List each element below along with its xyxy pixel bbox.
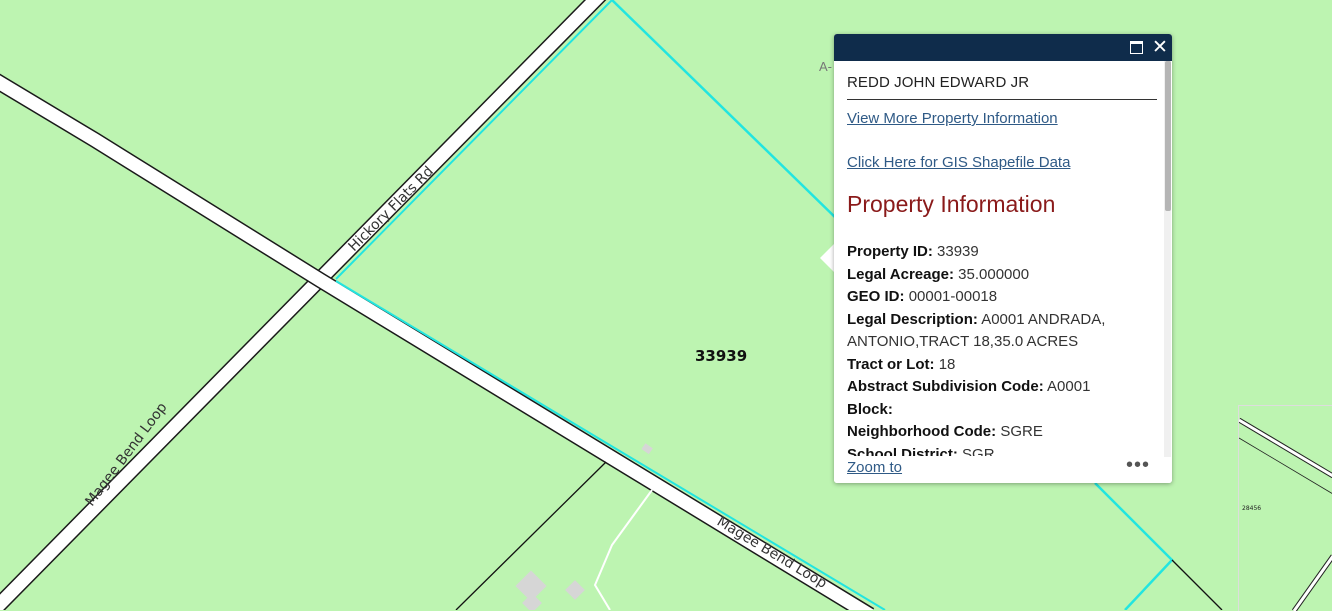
field-label: Legal Description:: [847, 310, 978, 328]
popup-scrollbar-thumb[interactable]: [1165, 61, 1171, 211]
map-faint-label: A-: [819, 59, 832, 74]
popup-header: ✕: [834, 34, 1172, 61]
field-label: Legal Acreage:: [847, 265, 954, 283]
property-popup: ✕ REDD JOHN EDWARD JR View More Property…: [834, 34, 1172, 483]
field-value: 35.000000: [958, 265, 1030, 283]
field-label: Block:: [847, 400, 893, 418]
field-value: SGRE: [1000, 423, 1043, 440]
property-fields: Property ID: 33939 Legal Acreage: 35.000…: [847, 241, 1151, 456]
maximize-icon[interactable]: [1128, 38, 1146, 56]
field-value: A0001: [1047, 378, 1091, 395]
parcel-id-label[interactable]: 33939: [695, 347, 747, 365]
zoom-to-link[interactable]: Zoom to: [847, 459, 902, 476]
more-actions-icon[interactable]: •••: [1126, 454, 1150, 477]
field-value: 00001-00018: [908, 288, 998, 305]
field-row: Legal Description: A0001 ANDRADA, ANTONI…: [847, 309, 1151, 354]
gis-shapefile-link[interactable]: Click Here for GIS Shapefile Data: [847, 154, 1070, 171]
field-row: Block:: [847, 399, 1151, 422]
field-label: School District:: [847, 445, 958, 457]
field-label: Property ID:: [847, 243, 933, 260]
field-value: 33939: [937, 243, 979, 260]
field-row: Tract or Lot: 18: [847, 354, 1151, 377]
owner-name: REDD JOHN EDWARD JR: [847, 74, 1157, 100]
field-label: GEO ID:: [847, 288, 905, 305]
field-value: SGR: [962, 445, 995, 457]
popup-footer: Zoom to •••: [834, 454, 1172, 483]
view-more-property-link[interactable]: View More Property Information: [847, 110, 1058, 127]
field-row: Legal Acreage: 35.000000: [847, 264, 1151, 287]
section-title: Property Information: [847, 191, 1056, 217]
overview-map[interactable]: 28456: [1238, 405, 1332, 611]
field-row: Neighborhood Code: SGRE: [847, 421, 1151, 444]
field-label: Neighborhood Code:: [847, 423, 997, 440]
popup-body[interactable]: REDD JOHN EDWARD JR View More Property I…: [834, 61, 1164, 456]
field-row: Abstract Subdivision Code: A0001: [847, 376, 1151, 399]
field-row: GEO ID: 00001-00018: [847, 286, 1151, 309]
field-value: 18: [938, 355, 956, 373]
field-row: School District: SGR: [847, 444, 1151, 457]
overview-parcel-label: 28456: [1242, 505, 1262, 512]
popup-pointer: [820, 244, 834, 272]
close-icon[interactable]: ✕: [1151, 38, 1169, 57]
field-label: Abstract Subdivision Code:: [847, 378, 1044, 395]
field-label: Tract or Lot:: [847, 355, 935, 373]
field-row: Property ID: 33939: [847, 241, 1151, 264]
